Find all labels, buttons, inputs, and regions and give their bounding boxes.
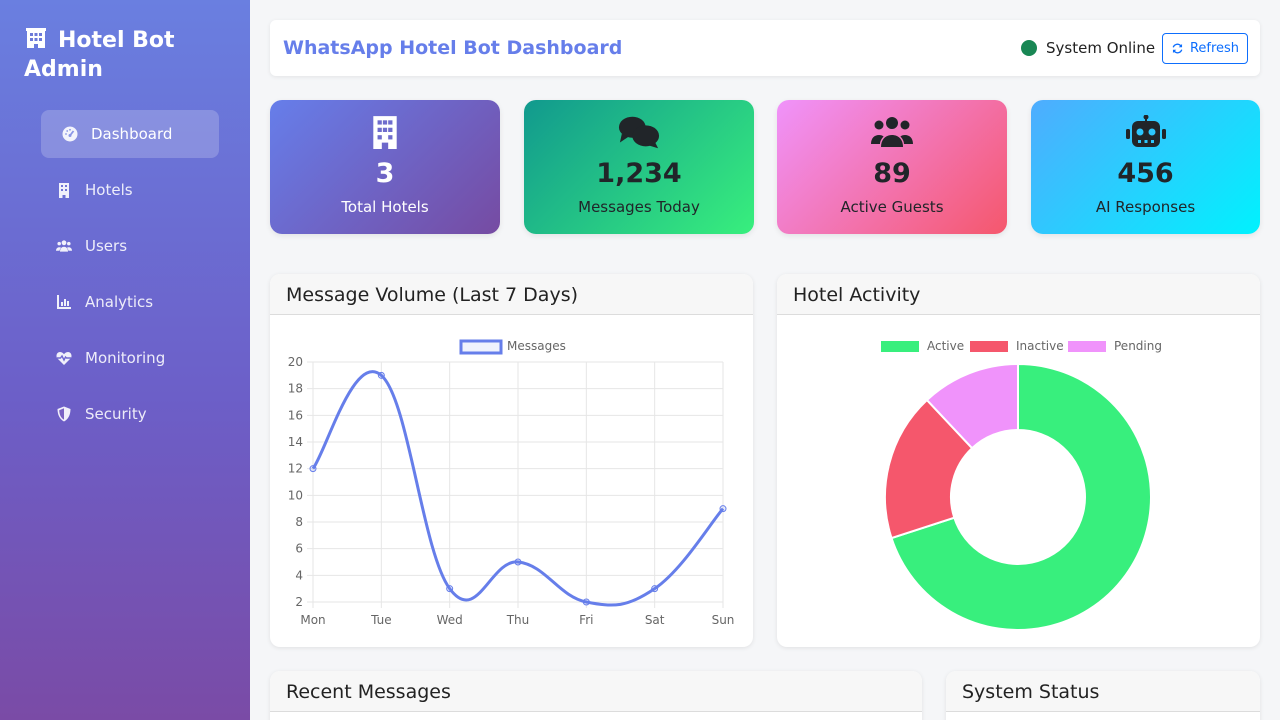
sidebar-item-dashboard[interactable]: Dashboard (41, 110, 219, 158)
legend-label: Pending (1114, 339, 1162, 353)
legend-label: Active (927, 339, 964, 353)
system-status: System Online (1021, 39, 1155, 57)
x-tick-label: Sat (645, 613, 665, 627)
stat-value: 89 (873, 158, 911, 189)
sidebar-item-users[interactable]: Users (41, 222, 219, 270)
y-tick-label: 10 (288, 488, 303, 502)
data-point (446, 585, 454, 593)
x-tick-label: Thu (506, 613, 530, 627)
legend-swatch (1068, 341, 1106, 352)
building-icon (55, 181, 73, 199)
chart-legend: Messages (459, 339, 566, 355)
legend-swatch (881, 341, 919, 352)
stat-value: 456 (1117, 158, 1174, 189)
y-tick-label: 18 (288, 382, 303, 396)
stat-value: 1,234 (596, 158, 682, 189)
data-point (514, 558, 522, 566)
sidebar-item-monitoring[interactable]: Monitoring (41, 334, 219, 382)
x-tick-label: Wed (437, 613, 463, 627)
chart-bar-icon (55, 293, 73, 311)
system-status-panel: System Status (946, 671, 1260, 720)
y-tick-label: 14 (288, 435, 303, 449)
top-header: WhatsApp Hotel Bot Dashboard System Onli… (270, 20, 1260, 76)
users-icon (871, 117, 913, 147)
y-tick-label: 8 (295, 515, 303, 529)
sidebar-item-label: Users (85, 237, 128, 255)
chart-legend: Active Inactive Pending (881, 339, 1162, 353)
legend-label: Inactive (1016, 339, 1064, 353)
x-tick-label: Fri (579, 613, 593, 627)
stat-label: Messages Today (578, 198, 700, 216)
x-tick-label: Tue (370, 613, 392, 627)
x-tick-label: Sun (712, 613, 735, 627)
status-dot-icon (1021, 40, 1037, 56)
status-text: System Online (1046, 39, 1156, 57)
refresh-icon (1172, 43, 1183, 54)
y-tick-label: 20 (288, 355, 303, 369)
refresh-button[interactable]: Refresh (1162, 33, 1248, 64)
recent-messages-panel: Recent Messages (270, 671, 922, 720)
data-point (377, 371, 385, 379)
data-point (651, 585, 659, 593)
brand: Hotel Bot Admin (24, 26, 250, 84)
refresh-label: Refresh (1189, 41, 1240, 56)
y-tick-label: 16 (288, 408, 303, 422)
panel-title: Recent Messages (270, 671, 922, 712)
stat-card-hotels: 3 Total Hotels (270, 100, 500, 234)
sidebar-item-label: Monitoring (85, 349, 166, 367)
sidebar-item-label: Security (85, 405, 147, 423)
comments-icon (618, 116, 660, 149)
data-point (582, 598, 590, 606)
hotel-activity-panel: Hotel Activity Active Inactive Pending (777, 274, 1260, 647)
x-tick-label: Mon (300, 613, 325, 627)
stat-label: Total Hotels (341, 198, 429, 216)
sidebar-item-analytics[interactable]: Analytics (41, 278, 219, 326)
y-tick-label: 12 (288, 462, 303, 476)
robot-icon (1125, 115, 1166, 147)
data-point (719, 505, 727, 513)
stat-value: 3 (375, 158, 395, 189)
stat-card-ai-responses: 456 AI Responses (1031, 100, 1260, 234)
legend-swatch (970, 341, 1008, 352)
sidebar-item-hotels[interactable]: Hotels (41, 166, 219, 214)
message-volume-chart: Messages 2 4 6 8 10 12 14 16 18 20 Mon Tue Wed Thu Fri S… (288, 339, 735, 627)
sidebar-item-label: Hotels (85, 181, 133, 199)
page-title: WhatsApp Hotel Bot Dashboard (283, 37, 623, 59)
sidebar: Hotel Bot Admin Dashboard Hotels Users A… (0, 0, 250, 720)
legend-label: Messages (507, 339, 566, 353)
panel-title: System Status (946, 671, 1260, 712)
y-tick-label: 4 (295, 568, 303, 582)
message-volume-panel: Message Volume (Last 7 Days) Messages 2 4 6… (270, 274, 753, 647)
y-tick-label: 6 (295, 542, 303, 556)
stat-card-messages: 1,234 Messages Today (524, 100, 754, 234)
stat-card-guests: 89 Active Guests (777, 100, 1007, 234)
heartbeat-icon (55, 349, 73, 367)
building-icon (373, 116, 397, 149)
hotel-building-icon (26, 28, 46, 48)
sidebar-item-label: Analytics (85, 293, 154, 311)
sidebar-item-security[interactable]: Security (41, 390, 219, 438)
stat-label: AI Responses (1095, 198, 1196, 216)
gauge-icon (61, 125, 79, 143)
sidebar-item-label: Dashboard (91, 125, 173, 143)
shield-icon (55, 405, 73, 423)
sidebar-nav: Dashboard Hotels Users Analytics Monitor… (41, 110, 219, 446)
legend-swatch (459, 339, 503, 355)
stat-label: Active Guests (840, 198, 944, 216)
y-tick-label: 2 (295, 595, 303, 609)
hotel-activity-chart: Active Inactive Pending (881, 339, 1162, 631)
data-point (309, 465, 317, 473)
users-icon (55, 237, 73, 255)
